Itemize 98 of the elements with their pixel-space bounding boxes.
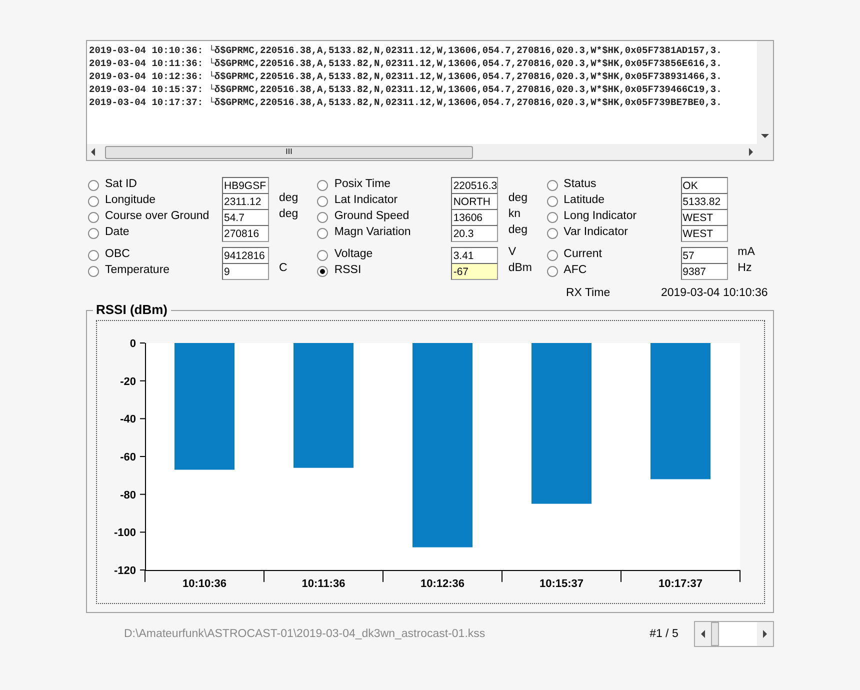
radio-button[interactable] [88,180,99,190]
y-tick-label: -120 [114,565,136,578]
radio-button[interactable] [317,228,328,238]
value-field[interactable]: 9 [222,262,269,280]
radio-button[interactable] [546,180,558,190]
field-label: Latitude [564,193,606,208]
scroll-thumb[interactable] [711,622,720,646]
field-label: AFC [564,263,588,278]
field-label: Course over Ground [105,209,210,224]
unit-label: mA [738,245,755,260]
value-field[interactable]: 5133.82 [680,192,728,210]
y-tick-label: 0 [130,338,136,350]
radio-button[interactable] [88,212,99,222]
value-field[interactable]: WEST [680,224,728,242]
next-button[interactable] [757,622,773,646]
value-field[interactable]: 270816 [222,224,269,242]
field-label: Magn Variation [334,225,412,240]
scroll-left-icon[interactable] [89,148,97,156]
scroll-down-icon[interactable] [761,132,769,140]
x-tick-label: 10:17:37 [658,578,703,590]
field-label: Date [105,225,130,240]
unit-label: kn [508,207,520,222]
radio-button[interactable] [546,228,558,238]
field-label: Posix Time [334,177,392,192]
horizontal-scrollbar[interactable]: III [87,144,757,160]
log-line: 2019-03-04 10:15:37: └δ$GPRMC,220516.38,A,5133.82,N,02311.12,W,13606,054.7,270816,020.3,W*$HK,0x05F739466C19,3. [89,83,723,96]
left-arrow-icon[interactable] [699,630,708,638]
value-field[interactable]: 13606 [451,208,498,226]
field-label: Sat ID [105,177,138,192]
field-label: Lat Indicator [334,193,399,208]
value-field[interactable]: 2311.12 [222,192,269,210]
field-label: RSSI [334,263,362,278]
unit-label: deg [279,207,298,222]
radio-button[interactable] [546,250,558,260]
log-line: 2019-03-04 10:12:36: └δ$GPRMC,220516.38,A,5133.82,N,02311.12,W,13606,054.7,270816,020.3,W*$HK,0x05F738931466,3. [89,70,723,83]
unit-label: deg [279,191,298,206]
value-field[interactable]: 3.41 [451,246,498,264]
radio-button[interactable] [317,266,328,276]
record-counter: #1 / 5 [650,626,680,642]
value-field[interactable]: 54.7 [222,208,269,226]
log-line: 2019-03-04 10:17:37: └δ$GPRMC,220516.38,A,5133.82,N,02311.12,W,13606,054.7,270816,020.3,W*$HK,0x05F739BE7BE0,3. [89,96,723,109]
radio-button[interactable] [88,228,99,238]
radio-button[interactable] [546,196,558,206]
rx-time-value: 2019-03-04 10:10:36 [661,286,768,301]
unit-label: deg [508,191,528,206]
chart-title: RSSI (dBm) [93,302,170,318]
value-field[interactable]: 9387 [680,262,728,280]
field-label: Longitude [105,193,157,208]
value-field[interactable]: OK [680,176,728,194]
value-field[interactable]: NORTH [451,192,498,210]
y-tick-label: -60 [120,452,136,464]
y-tick-label: -100 [114,527,136,540]
radio-button[interactable] [546,212,558,222]
field-label: Voltage [334,247,374,262]
record-scrollbar[interactable] [694,621,774,648]
file-path: D:\Amateurfunk\ASTROCAST-01\2019-03-04_dk3wn_astrocast-01.kss [124,626,486,642]
radio-button[interactable] [88,266,99,276]
x-tick-label: 10:10:36 [182,578,227,590]
rx-time-label: RX Time [566,286,612,301]
unit-label: deg [508,223,528,238]
scroll-right-icon[interactable] [747,148,755,156]
previous-button[interactable] [695,622,712,646]
field-label: Long Indicator [564,209,638,224]
field-label: Ground Speed [334,209,410,224]
value-field[interactable]: 57 [680,246,728,264]
radio-button[interactable] [546,266,558,276]
scroll-thumb[interactable]: III [105,146,473,158]
value-field[interactable]: HB9GSF [222,176,269,194]
value-field[interactable]: WEST [680,208,728,226]
field-label: Temperature [105,263,171,278]
radio-button[interactable] [317,180,328,190]
field-label: Status [564,177,598,192]
y-tick-label: -40 [120,414,136,426]
x-tick-label: 10:15:37 [539,578,584,590]
field-label: Var Indicator [564,225,630,240]
radio-button[interactable] [88,196,99,206]
vertical-scrollbar[interactable] [757,41,773,144]
unit-label: Hz [738,261,752,276]
unit-label: V [508,245,516,260]
field-label: OBC [105,247,131,262]
value-field[interactable]: 20.3 [451,224,498,242]
y-tick-label: -20 [120,376,136,388]
x-tick-label: 10:12:36 [420,578,465,590]
right-arrow-icon[interactable] [761,630,769,638]
radio-button[interactable] [88,250,99,260]
log-line: 2019-03-04 10:11:36: └δ$GPRMC,220516.38,A,5133.82,N,02311.12,W,13606,054.7,270816,020.3,W*$HK,0x05F73856E616,3. [89,57,723,70]
log-line: 2019-03-04 10:10:36: └δ$GPRMC,220516.38,A,5133.82,N,02311.12,W,13606,054.7,270816,020.3,W*$HK,0x05F7381AD157,3. [89,44,723,57]
radio-button[interactable] [317,250,328,260]
value-field[interactable]: 220516.3 [451,176,498,194]
value-field[interactable]: 9412816 [222,246,269,264]
x-tick-label: 10:11:36 [302,578,346,590]
radio-button[interactable] [317,196,328,206]
unit-label: C [279,261,288,276]
value-field[interactable]: -67 [451,262,498,280]
radio-button[interactable] [317,212,328,222]
field-label: Current [564,247,604,262]
unit-label: dBm [508,261,532,276]
y-tick-label: -80 [120,490,136,502]
